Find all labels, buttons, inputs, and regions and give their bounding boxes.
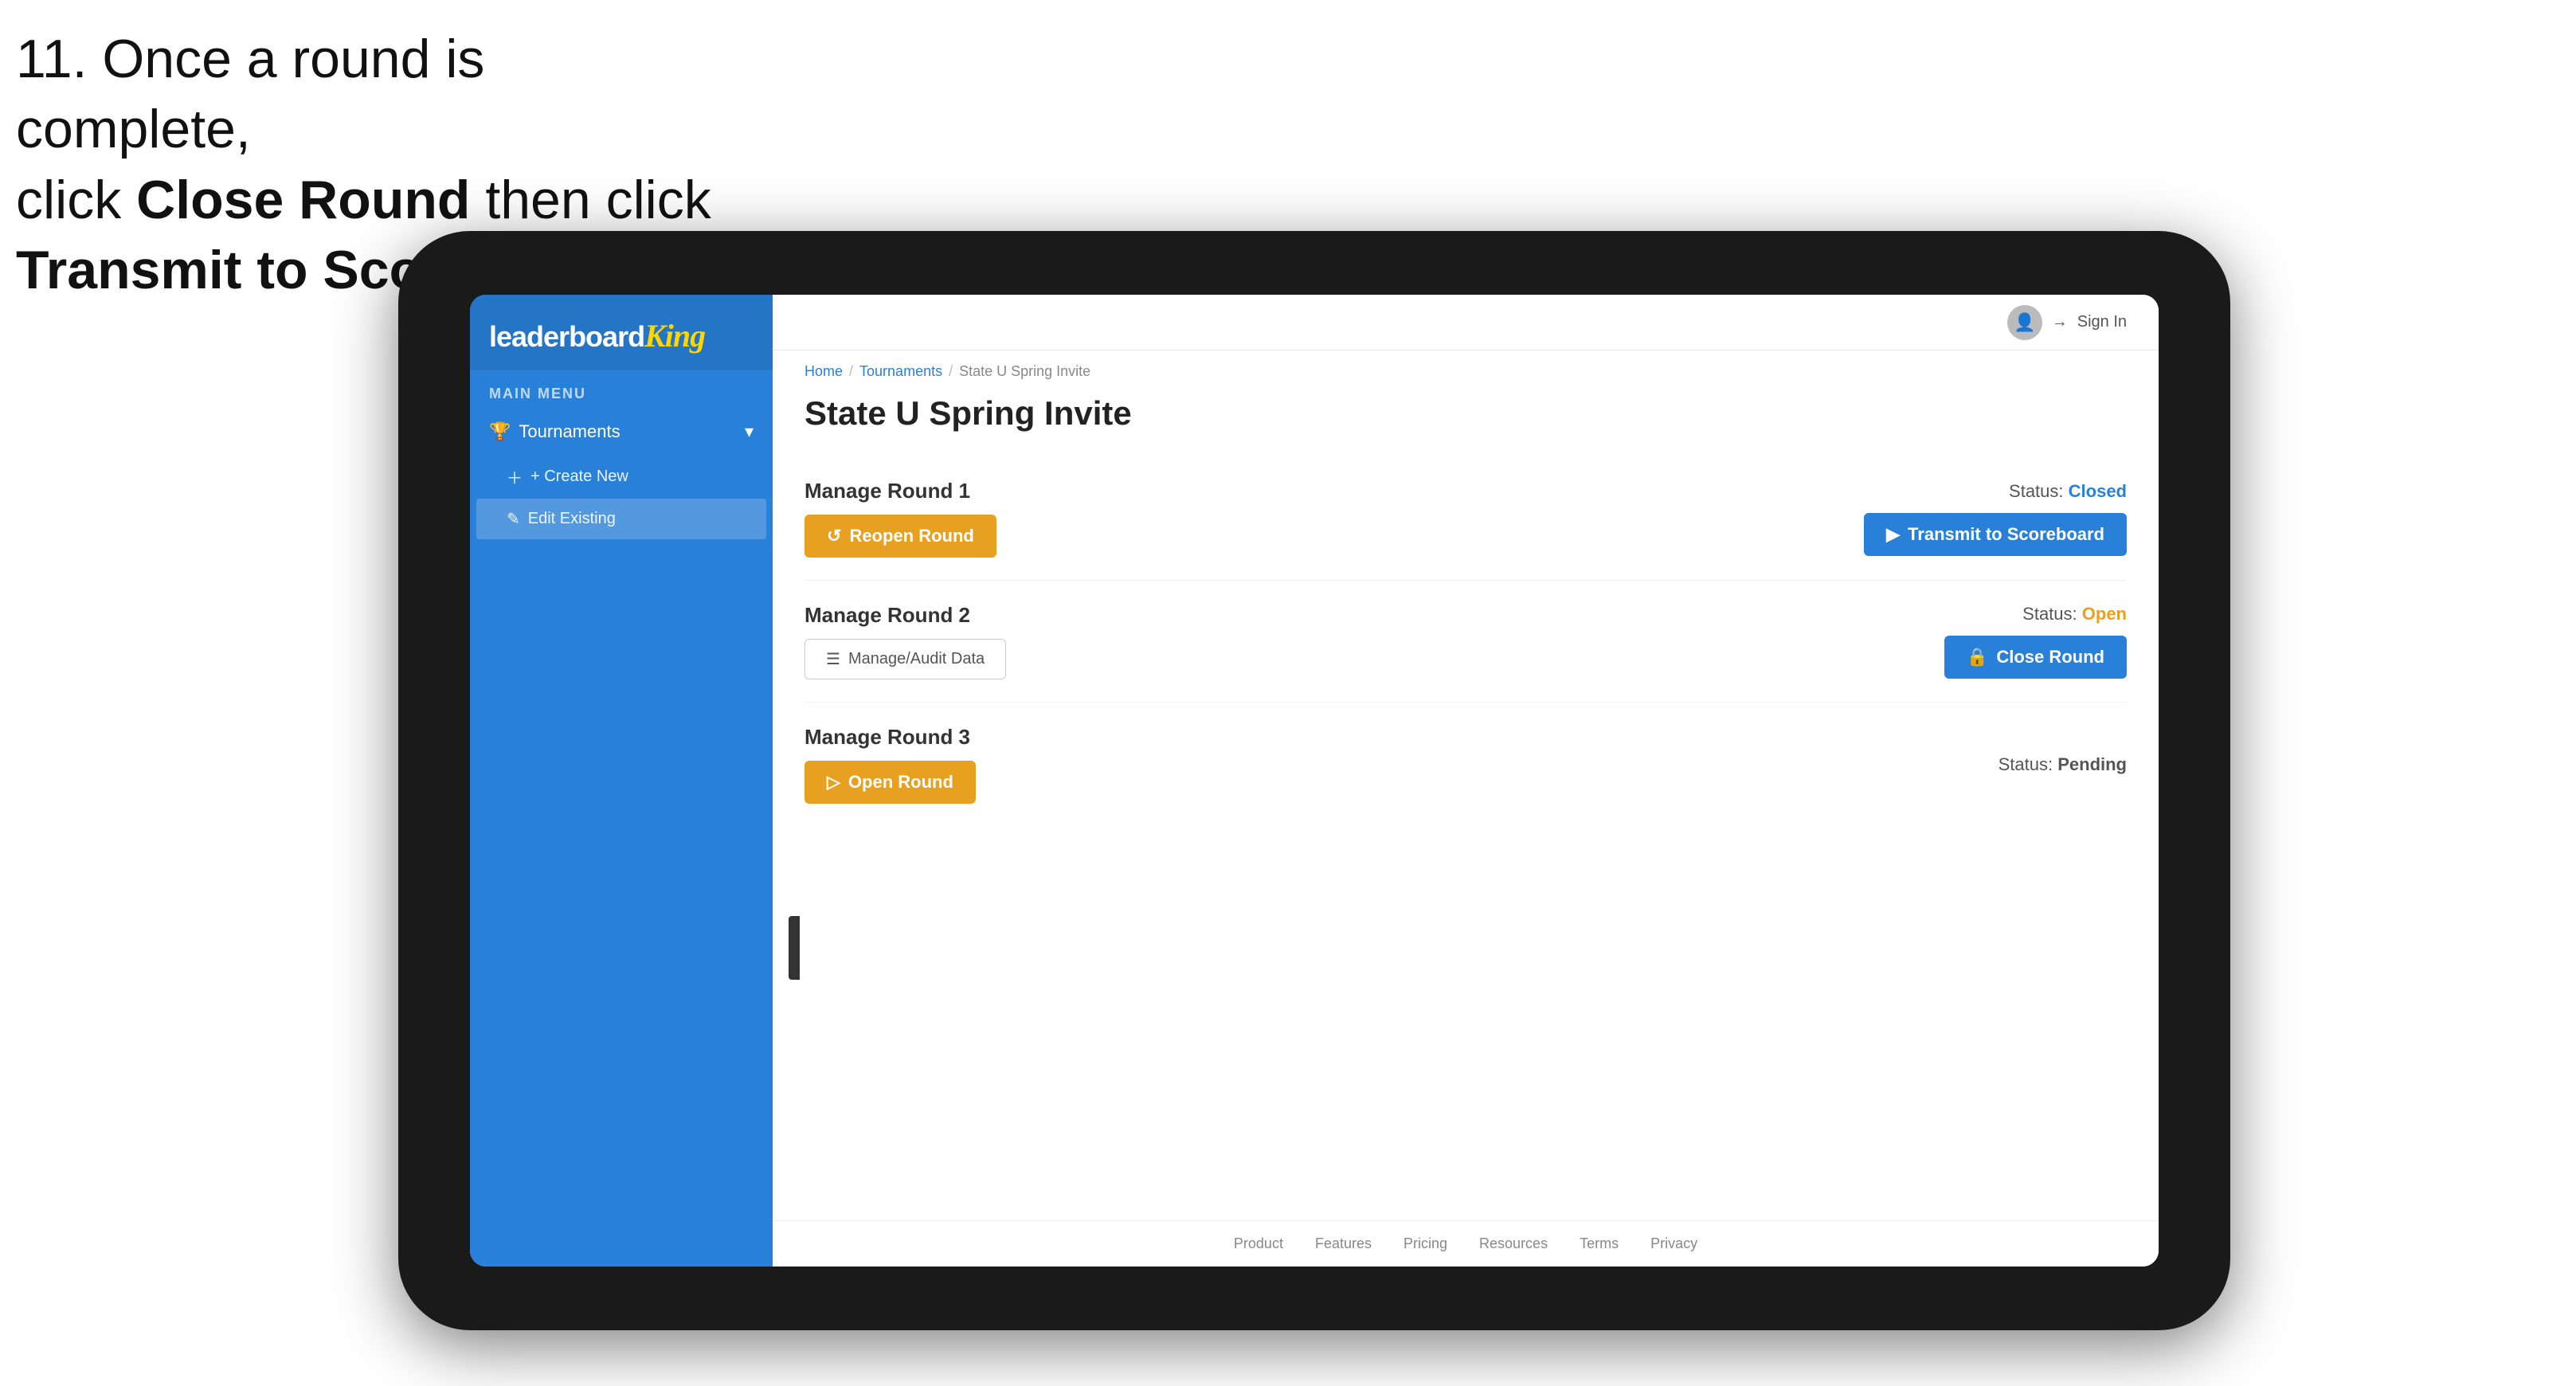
close-round-button[interactable]: 🔒 Close Round xyxy=(1944,636,2127,679)
round-2-right: Status: Open 🔒 Close Round xyxy=(1944,604,2127,679)
open-round-label: Open Round xyxy=(848,772,953,793)
round-2-left: Manage Round 2 ☰ Manage/Audit Data xyxy=(805,603,1006,679)
open-round-button[interactable]: ▷ Open Round xyxy=(805,761,976,804)
top-nav: 👤 → Sign In xyxy=(773,295,2159,350)
page-title: State U Spring Invite xyxy=(805,394,2127,433)
logo-brand: King xyxy=(644,318,705,354)
footer-features[interactable]: Features xyxy=(1315,1235,1372,1252)
breadcrumb-current: State U Spring Invite xyxy=(959,363,1090,380)
breadcrumb-home[interactable]: Home xyxy=(805,363,843,380)
main-content: 👤 → Sign In Home / Tournaments / State U… xyxy=(773,295,2159,1267)
page-content: State U Spring Invite Manage Round 1 ↺ R… xyxy=(773,386,2159,1220)
footer-privacy[interactable]: Privacy xyxy=(1650,1235,1697,1252)
breadcrumb-sep1: / xyxy=(849,363,853,380)
sidebar-item-create-new[interactable]: ＋ + Create New xyxy=(470,455,773,499)
transmit-scoreboard-button[interactable]: ▶ Transmit to Scoreboard xyxy=(1864,513,2127,556)
round-3-right: Status: Pending xyxy=(1999,754,2127,775)
reopen-round-label: Reopen Round xyxy=(849,526,973,546)
sidebar-item-tournaments[interactable]: 🏆 Tournaments ▾ xyxy=(470,409,773,455)
round-3-section: Manage Round 3 ▷ Open Round Status: Pend… xyxy=(805,703,2127,826)
create-new-label: + Create New xyxy=(530,468,628,486)
app-footer: Product Features Pricing Resources Terms… xyxy=(773,1220,2159,1267)
round-1-right: Status: Closed ▶ Transmit to Scoreboard xyxy=(1864,481,2127,556)
round-1-status-value: Closed xyxy=(2069,481,2127,501)
sign-in-icon: → xyxy=(2052,313,2068,331)
footer-terms[interactable]: Terms xyxy=(1580,1235,1619,1252)
manage-audit-button[interactable]: ☰ Manage/Audit Data xyxy=(805,639,1006,679)
tablet-device: leaderboardKing MAIN MENU 🏆 Tournaments … xyxy=(398,231,2230,1330)
open-icon: ▷ xyxy=(827,772,840,793)
app-layout: leaderboardKing MAIN MENU 🏆 Tournaments … xyxy=(470,295,2159,1267)
trophy-icon: 🏆 xyxy=(489,421,511,442)
edit-existing-label: Edit Existing xyxy=(528,510,616,528)
round-2-status-value: Open xyxy=(2082,604,2127,624)
sign-in-area[interactable]: 👤 → Sign In xyxy=(2007,305,2127,340)
breadcrumb-tournaments[interactable]: Tournaments xyxy=(859,363,942,380)
reopen-round-button[interactable]: ↺ Reopen Round xyxy=(805,515,996,558)
sidebar-item-edit-existing[interactable]: ✎ Edit Existing xyxy=(476,499,766,539)
footer-pricing[interactable]: Pricing xyxy=(1403,1235,1447,1252)
logo: leaderboardKing xyxy=(489,317,754,354)
sign-in-label: Sign In xyxy=(2077,313,2127,331)
sidebar: leaderboardKing MAIN MENU 🏆 Tournaments … xyxy=(470,295,773,1267)
round-1-left: Manage Round 1 ↺ Reopen Round xyxy=(805,479,996,558)
round-1-title: Manage Round 1 xyxy=(805,479,996,503)
round-1-status: Status: Closed xyxy=(2009,481,2127,502)
main-menu-label: MAIN MENU xyxy=(470,371,773,409)
tablet-screen: leaderboardKing MAIN MENU 🏆 Tournaments … xyxy=(470,295,2159,1267)
close-icon: 🔒 xyxy=(1967,647,1988,668)
reopen-icon: ↺ xyxy=(827,526,841,546)
footer-product[interactable]: Product xyxy=(1234,1235,1283,1252)
transmit-icon: ▶ xyxy=(1886,524,1900,545)
avatar: 👤 xyxy=(2007,305,2042,340)
round-1-section: Manage Round 1 ↺ Reopen Round Status: Cl… xyxy=(805,456,2127,581)
tablet-side-button xyxy=(789,916,800,980)
plus-icon: ＋ xyxy=(507,465,523,488)
round-2-title: Manage Round 2 xyxy=(805,603,1006,628)
manage-audit-label: Manage/Audit Data xyxy=(848,650,985,668)
user-icon: 👤 xyxy=(2014,312,2035,333)
round-3-left: Manage Round 3 ▷ Open Round xyxy=(805,725,976,804)
close-round-label: Close Round xyxy=(1996,647,2104,668)
edit-icon: ✎ xyxy=(507,509,520,529)
footer-resources[interactable]: Resources xyxy=(1479,1235,1548,1252)
audit-icon: ☰ xyxy=(826,649,840,669)
round-2-status: Status: Open xyxy=(2022,604,2127,624)
round-3-title: Manage Round 3 xyxy=(805,725,976,750)
round-3-status: Status: Pending xyxy=(1999,754,2127,775)
breadcrumb-sep2: / xyxy=(949,363,953,380)
tournaments-label: Tournaments xyxy=(519,421,620,442)
round-2-section: Manage Round 2 ☰ Manage/Audit Data Statu… xyxy=(805,581,2127,703)
breadcrumb: Home / Tournaments / State U Spring Invi… xyxy=(773,350,2159,386)
transmit-scoreboard-label: Transmit to Scoreboard xyxy=(1908,524,2104,545)
chevron-down-icon: ▾ xyxy=(745,421,754,442)
sidebar-logo: leaderboardKing xyxy=(470,295,773,371)
round-3-status-value: Pending xyxy=(2057,754,2127,774)
